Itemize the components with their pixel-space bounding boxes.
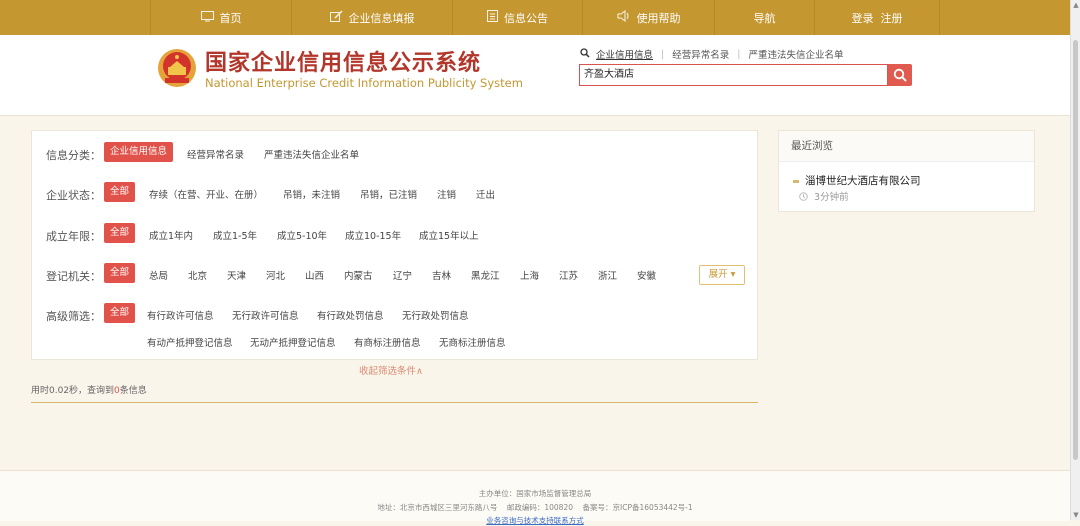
filter-option[interactable]: 成立15年以上 [419, 228, 479, 242]
search-button[interactable] [888, 64, 912, 86]
nav-help-label: 使用帮助 [636, 11, 681, 25]
filter-option[interactable]: 成立10-15年 [345, 228, 401, 242]
recent-browse-panel: 最近浏览 淄博世纪大酒店有限公司 3分钟前 [778, 130, 1035, 212]
tab-credit-info[interactable]: 企业信用信息 [596, 47, 661, 61]
filter-option[interactable]: 有动产抵押登记信息 [147, 335, 233, 349]
site-title: 国家企业信用信息公示系统 [205, 51, 482, 76]
filter-option[interactable]: 吉林 [432, 268, 451, 282]
nav-announcement[interactable]: 信息公告 [452, 0, 582, 35]
collapse-filters-link[interactable]: 收起筛选条件∧ [359, 363, 423, 377]
filter-option[interactable]: 注销 [437, 187, 456, 201]
filter-option[interactable]: 无动产抵押登记信息 [250, 335, 336, 349]
filter-option[interactable]: 企业信用信息 [104, 142, 174, 162]
filter-option[interactable]: 浙江 [598, 268, 617, 282]
filter-option[interactable]: 成立5-10年 [277, 228, 327, 242]
result-summary: 用时0.02秒，查询到0条信息 [31, 383, 147, 396]
filter-option[interactable]: 黑龙江 [471, 268, 500, 282]
filter-label-advanced: 高级筛选： [46, 310, 101, 323]
result-divider [31, 402, 758, 403]
filter-option[interactable]: 有商标注册信息 [354, 335, 421, 349]
recent-company-link[interactable]: 淄博世纪大酒店有限公司 [793, 173, 921, 188]
filter-option[interactable]: 有行政许可信息 [147, 308, 214, 322]
filter-option[interactable]: 上海 [520, 268, 539, 282]
scrollbar[interactable]: ▲ ▼ [1070, 0, 1080, 520]
filter-option[interactable]: 成立1-5年 [213, 228, 257, 242]
top-nav-bar: 首页 企业信息填报 信息公告 使用帮助 导航 登录 注册 [0, 0, 1070, 35]
nav-navigation[interactable]: 导航 [714, 0, 814, 35]
national-emblem-icon [158, 49, 196, 87]
nav-navigation-label: 导航 [753, 11, 776, 25]
filter-option[interactable]: 全部 [104, 263, 136, 283]
recent-time-label: 3分钟前 [814, 192, 849, 203]
filter-option[interactable]: 安徽 [637, 268, 656, 282]
nav-help[interactable]: 使用帮助 [582, 0, 714, 35]
tab-abnormal-list[interactable]: 经营异常名录 [664, 47, 737, 61]
filter-option[interactable]: 无行政许可信息 [232, 308, 299, 322]
search-input[interactable]: 齐盈大酒店 [579, 64, 888, 86]
filter-option[interactable]: 全部 [104, 223, 136, 243]
scroll-down-icon[interactable]: ▼ [1071, 510, 1080, 520]
footer-contact-link[interactable]: 业务咨询与技术支持联系方式 [0, 515, 1070, 526]
nav-home[interactable]: 首页 [150, 0, 291, 35]
tab-serious-violation[interactable]: 严重违法失信企业名单 [740, 47, 851, 61]
filter-option[interactable]: 河北 [266, 268, 285, 282]
filter-option[interactable]: 内蒙古 [344, 268, 373, 282]
search-icon [893, 68, 907, 82]
nav-announcement-label: 信息公告 [504, 11, 548, 25]
filter-option[interactable]: 天津 [227, 268, 246, 282]
filter-label-years: 成立年限： [46, 230, 101, 243]
nav-login-register[interactable]: 登录 注册 [814, 0, 940, 35]
scroll-up-icon[interactable]: ▲ [1071, 0, 1080, 10]
filter-option[interactable]: 经营异常名录 [187, 147, 244, 161]
filter-option[interactable]: 北京 [188, 268, 207, 282]
footer-address: 地址：北京市西城区三里河东路八号 邮政编码：100820 备案号：京ICP备16… [377, 503, 693, 512]
speaker-icon [617, 10, 631, 25]
recent-title: 最近浏览 [779, 131, 1034, 162]
filter-panel: 信息分类： 企业信用信息 经营异常名录 严重违法失信企业名单 企业状态： 全部 … [31, 130, 758, 360]
filter-option[interactable]: 全部 [104, 303, 136, 323]
recent-company-name: 淄博世纪大酒店有限公司 [805, 175, 921, 187]
expand-button[interactable]: 展开 ▾ [699, 265, 745, 285]
clock-icon [799, 192, 814, 203]
edit-icon [329, 10, 343, 25]
filter-option[interactable]: 总局 [149, 268, 168, 282]
document-icon [487, 10, 498, 25]
nav-fill-info-label: 企业信息填报 [348, 11, 415, 25]
filter-option[interactable]: 迁出 [476, 187, 495, 201]
filter-option[interactable]: 成立1年内 [149, 228, 193, 242]
site-header: 国家企业信用信息公示系统 National Enterprise Credit … [0, 35, 1070, 116]
search-type-tabs: 企业信用信息 | 经营异常名录 | 严重违法失信企业名单 [580, 47, 851, 61]
filter-option[interactable]: 存续（在营、开业、在册） [149, 187, 263, 201]
filter-option[interactable]: 吊销，已注销 [360, 187, 417, 201]
recent-time: 3分钟前 [799, 189, 849, 203]
footer-organizer: 主办单位：国家市场监督管理总局 [478, 489, 592, 498]
filter-option[interactable]: 江苏 [559, 268, 578, 282]
filter-option[interactable]: 严重违法失信企业名单 [264, 147, 359, 161]
site-footer: 主办单位：国家市场监督管理总局 地址：北京市西城区三里河东路八号 邮政编码：10… [0, 470, 1070, 525]
nav-home-label: 首页 [219, 11, 242, 25]
result-suffix: 条信息 [119, 386, 147, 396]
search-icon [580, 47, 590, 61]
monitor-icon [200, 10, 214, 25]
filter-option[interactable]: 山西 [305, 268, 324, 282]
filter-option[interactable]: 吊销，未注销 [283, 187, 340, 201]
nav-fill-info[interactable]: 企业信息填报 [291, 0, 452, 35]
filter-option[interactable]: 辽宁 [393, 268, 412, 282]
filter-label-status: 企业状态： [46, 189, 101, 202]
filter-option[interactable]: 无商标注册信息 [439, 335, 506, 349]
filter-option[interactable]: 无行政处罚信息 [402, 308, 469, 322]
filter-option[interactable]: 全部 [104, 182, 136, 202]
filter-label-authority: 登记机关： [46, 270, 101, 283]
scrollbar-thumb[interactable] [1073, 40, 1078, 460]
result-prefix: 用时0.02秒，查询到 [31, 386, 115, 396]
nav-login-register-label: 登录 注册 [851, 11, 903, 25]
filter-label-category: 信息分类： [46, 149, 101, 162]
filter-option[interactable]: 有行政处罚信息 [317, 308, 384, 322]
site-subtitle: National Enterprise Credit Information P… [205, 76, 523, 90]
bullet-icon [793, 179, 799, 183]
